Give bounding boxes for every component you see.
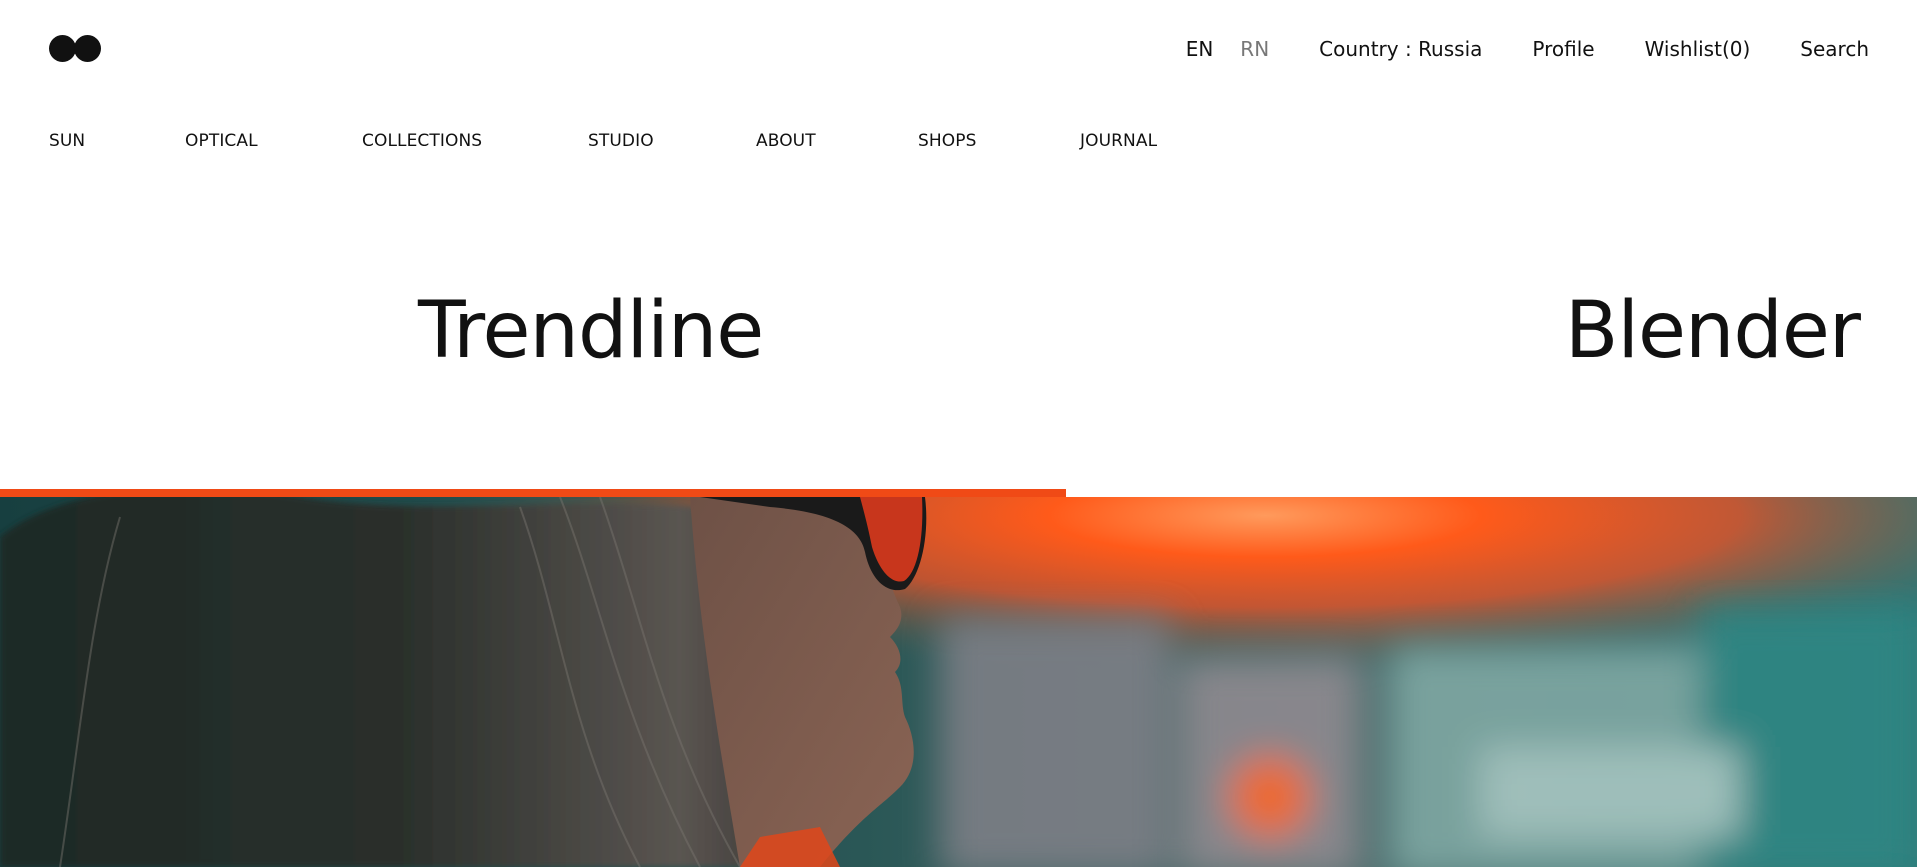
hero-slide-title-next[interactable]: Blender (1565, 292, 1861, 370)
language-en-link[interactable]: EN (1186, 37, 1214, 61)
logo-dot-left (49, 35, 76, 62)
hero-slide-title-active[interactable]: Trendline (418, 292, 764, 370)
language-rn-link[interactable]: RN (1240, 37, 1269, 61)
slider-progress-track (0, 489, 1917, 497)
country-selector[interactable]: Country : Russia (1319, 37, 1482, 61)
wishlist-link[interactable]: Wishlist(0) (1645, 37, 1751, 61)
profile-link[interactable]: Profile (1532, 37, 1594, 61)
hero-image (0, 497, 1917, 867)
search-link[interactable]: Search (1800, 37, 1869, 61)
logo-dot-right (74, 35, 101, 62)
page: EN RN Country : Russia Profile Wishlist(… (0, 0, 1917, 867)
utility-nav: EN RN Country : Russia Profile Wishlist(… (1186, 36, 1869, 62)
nav-item-studio[interactable]: STUDIO (588, 131, 756, 151)
main-nav: SUN OPTICAL COLLECTIONS STUDIO ABOUT SHO… (49, 131, 1157, 151)
hero-photo-illustration (0, 497, 1917, 867)
nav-item-about[interactable]: ABOUT (756, 131, 918, 151)
nav-item-shops[interactable]: SHOPS (918, 131, 1080, 151)
nav-item-journal[interactable]: JOURNAL (1080, 131, 1157, 151)
nav-item-sun[interactable]: SUN (49, 131, 185, 151)
brand-logo[interactable] (49, 35, 101, 62)
slider-progress-fill (0, 489, 1066, 497)
nav-item-optical[interactable]: OPTICAL (185, 131, 362, 151)
nav-item-collections[interactable]: COLLECTIONS (362, 131, 588, 151)
